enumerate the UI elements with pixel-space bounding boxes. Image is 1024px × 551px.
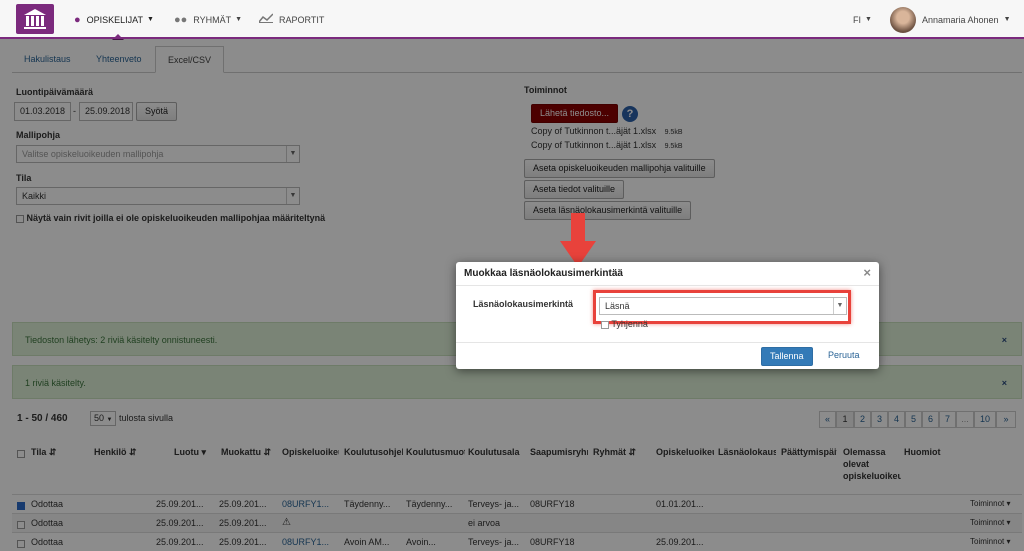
presence-select[interactable]: Läsnä ▼ xyxy=(599,297,847,315)
nav-reports[interactable]: RAPORTIT xyxy=(258,0,325,39)
users-icon: ●● xyxy=(174,13,188,26)
language-selector[interactable]: FI ▼ xyxy=(853,0,872,39)
annotation-arrow-icon xyxy=(560,213,596,267)
caret-down-icon: ▼ xyxy=(1003,16,1011,23)
close-icon[interactable]: × xyxy=(863,265,871,280)
line-chart-icon xyxy=(258,13,274,26)
university-logo[interactable] xyxy=(16,4,54,34)
save-button[interactable]: Tallenna xyxy=(761,347,813,366)
caret-down-icon: ▼ xyxy=(865,16,872,23)
edit-presence-modal: Muokkaa läsnäolokausimerkintää × Läsnäol… xyxy=(456,262,879,369)
modal-title: Muokkaa läsnäolokausimerkintää xyxy=(464,268,623,279)
clear-label: Tyhjennä xyxy=(611,319,648,329)
avatar xyxy=(890,6,916,33)
chevron-down-icon: ▼ xyxy=(833,298,846,314)
user-menu[interactable]: Annamaria Ahonen ▼ xyxy=(890,0,1011,39)
nav-reports-label: RAPORTIT xyxy=(279,14,325,25)
clear-option[interactable]: Tyhjennä xyxy=(601,319,648,329)
top-navbar: ● OPISKELIJAT ▼ ●● RYHMÄT ▼ RAPORTIT FI … xyxy=(0,0,1024,40)
caret-down-icon: ▼ xyxy=(235,16,243,23)
presence-field-label: Läsnäolokausimerkintä xyxy=(473,299,574,309)
user-name: Annamaria Ahonen xyxy=(922,14,999,25)
clear-checkbox[interactable] xyxy=(601,320,609,329)
presence-value: Läsnä xyxy=(605,301,630,311)
nav-groups-label: RYHMÄT xyxy=(193,14,232,25)
language-label: FI xyxy=(853,14,861,25)
caret-down-icon: ▼ xyxy=(147,16,154,23)
building-icon xyxy=(24,9,46,29)
nav-students[interactable]: ● OPISKELIJAT ▼ xyxy=(74,0,154,40)
cancel-link[interactable]: Peruuta xyxy=(828,350,860,360)
nav-groups[interactable]: ●● RYHMÄT ▼ xyxy=(174,0,242,39)
user-icon: ● xyxy=(74,13,81,26)
nav-students-label: OPISKELIJAT xyxy=(86,14,144,25)
